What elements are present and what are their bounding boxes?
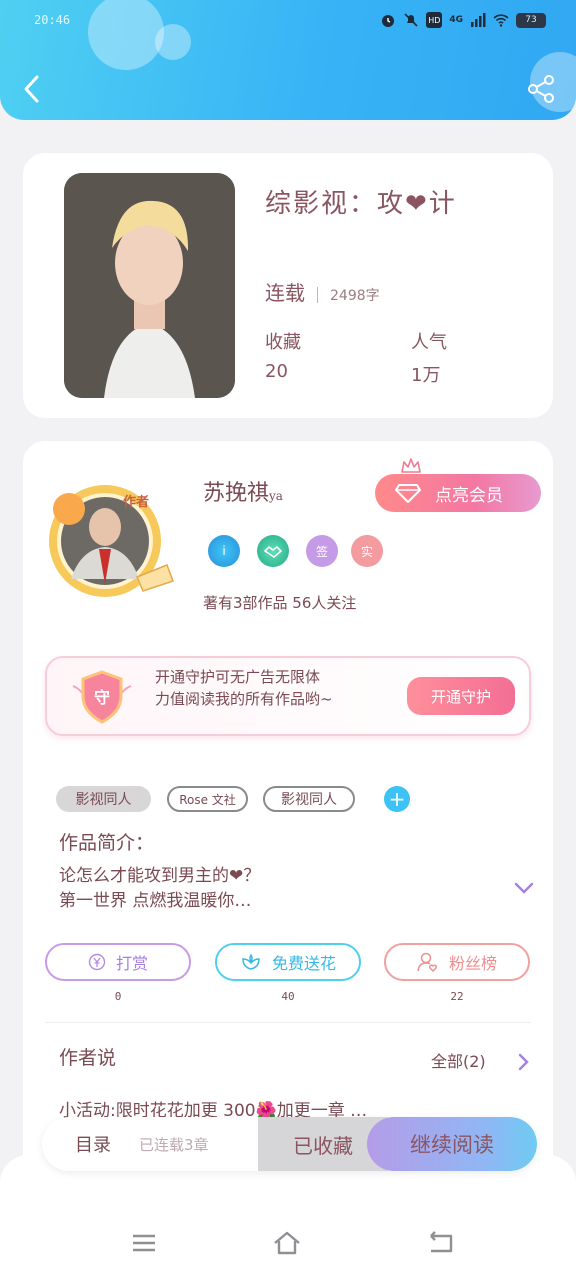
- tag-3[interactable]: 影视同人: [263, 786, 355, 812]
- flower-icon: [242, 953, 260, 970]
- signal-icon: [471, 13, 486, 27]
- intro-title: 作品简介：: [59, 832, 155, 854]
- serial-status: 连载: [265, 281, 305, 305]
- author-says-title: 作者说: [59, 1047, 117, 1069]
- badge-handshake[interactable]: [257, 535, 289, 567]
- battery-icon: 73: [516, 12, 546, 28]
- alarm-icon: [382, 15, 395, 27]
- details-card: 作者 苏挽祺ya 点亮会员 i 签 实 著有3部作品 56人关注 守 开通守护可…: [23, 441, 553, 1201]
- badge-signed[interactable]: 签: [306, 535, 338, 567]
- fans-rank-button[interactable]: 粉丝榜: [384, 943, 530, 981]
- yen-icon: [88, 953, 106, 971]
- open-guard-button[interactable]: 开通守护: [407, 677, 515, 715]
- guard-shield-label: 守: [94, 688, 111, 707]
- author-name[interactable]: 苏挽祺ya: [203, 475, 283, 507]
- section-divider: [45, 1022, 531, 1023]
- back-button[interactable]: [18, 72, 46, 106]
- add-tag-button[interactable]: +: [384, 786, 410, 812]
- author-says-all-link[interactable]: 全部(2): [431, 1048, 486, 1072]
- tag-1[interactable]: 影视同人: [56, 786, 151, 812]
- wifi-icon: [493, 14, 509, 27]
- chevron-down-icon[interactable]: [513, 881, 535, 895]
- collect-label: 收藏: [265, 332, 301, 353]
- badge-signed-label: 签: [315, 544, 328, 559]
- badge-verified-label: 实: [360, 544, 373, 559]
- crown-icon: [401, 458, 421, 473]
- free-flower-button[interactable]: 免费送花: [215, 943, 361, 981]
- author-name-suffix: ya: [269, 489, 283, 503]
- fans-icon: [417, 952, 437, 972]
- popularity-label: 人气: [411, 332, 447, 353]
- home-icon[interactable]: [272, 1230, 302, 1256]
- header: 20:46 HD 4G 73: [0, 0, 576, 120]
- guard-banner[interactable]: 守 开通守护可无广告无限体 力值阅读我的所有作品哟~ 开通守护: [45, 656, 531, 736]
- author-tag: 作者: [123, 495, 150, 510]
- bottom-action-bar: 目录 已连载3章 已收藏 继续阅读: [42, 1117, 537, 1171]
- book-status: 连载 2498字: [265, 277, 380, 306]
- menu-icon[interactable]: [129, 1230, 159, 1256]
- free-flower-label: 免费送花: [271, 954, 336, 973]
- mute-icon: [404, 13, 418, 27]
- continue-reading-button[interactable]: 继续阅读: [367, 1117, 537, 1171]
- back-nav-icon[interactable]: [425, 1230, 455, 1256]
- intro-line-1: 论怎么才能攻到男主的❤？: [59, 866, 261, 886]
- badge-verified[interactable]: 实: [351, 535, 383, 567]
- guard-text-line1: 开通守护可无广告无限体: [155, 668, 321, 686]
- avatar-image: [49, 485, 174, 597]
- book-info-card: 综影视：攻❤计 连载 2498字 收藏 20 人气 1万: [23, 153, 553, 418]
- diamond-icon: [395, 484, 421, 503]
- toc-button[interactable]: 目录: [75, 1131, 111, 1157]
- author-avatar[interactable]: 作者: [41, 479, 181, 609]
- intro-text[interactable]: 论怎么才能攻到男主的❤？ 第一世界 点燃我温暖你…: [59, 864, 260, 914]
- intro-line-2: 第一世界 点燃我温暖你…: [59, 891, 252, 911]
- network-label: 4G: [449, 15, 463, 25]
- tip-count: 0: [114, 990, 122, 1003]
- guard-text-line2: 力值阅读我的所有作品哟~: [155, 690, 333, 708]
- badge-info-label: i: [222, 544, 226, 558]
- share-button[interactable]: [526, 74, 556, 104]
- author-stats: 著有3部作品 56人关注: [203, 594, 357, 612]
- fans-count: 22: [450, 990, 464, 1003]
- cover-image: [64, 173, 235, 398]
- system-nav-bar: [0, 1155, 576, 1280]
- book-title: 综影视：攻❤计: [265, 189, 457, 219]
- word-count: 2498字: [330, 288, 380, 304]
- book-cover[interactable]: [64, 173, 235, 398]
- tag-2[interactable]: Rose 文社: [167, 786, 248, 812]
- fans-rank-label: 粉丝榜: [448, 954, 497, 973]
- badge-info[interactable]: i: [208, 535, 240, 567]
- status-time: 20:46: [34, 13, 71, 27]
- hd-icon: HD: [426, 12, 443, 28]
- tip-button-label: 打赏: [115, 954, 148, 973]
- author-name-text: 苏挽祺: [203, 481, 270, 506]
- decor-bubble-large: [88, 0, 164, 70]
- decor-bubble-small: [155, 24, 191, 60]
- guard-text: 开通守护可无广告无限体 力值阅读我的所有作品哟~: [155, 666, 333, 710]
- status-icons: HD 4G 73: [380, 12, 546, 28]
- tip-button[interactable]: 打赏: [45, 943, 191, 981]
- flower-count: 40: [281, 990, 295, 1003]
- divider: [317, 286, 318, 303]
- collect-value: 20: [265, 361, 288, 382]
- serial-chapters: 已连载3章: [139, 1136, 209, 1154]
- popularity-value: 1万: [411, 365, 441, 386]
- handshake-icon: [264, 545, 282, 558]
- vip-button-label: 点亮会员: [435, 485, 503, 506]
- chevron-right-icon[interactable]: [517, 1053, 529, 1071]
- vip-button[interactable]: 点亮会员: [375, 474, 541, 512]
